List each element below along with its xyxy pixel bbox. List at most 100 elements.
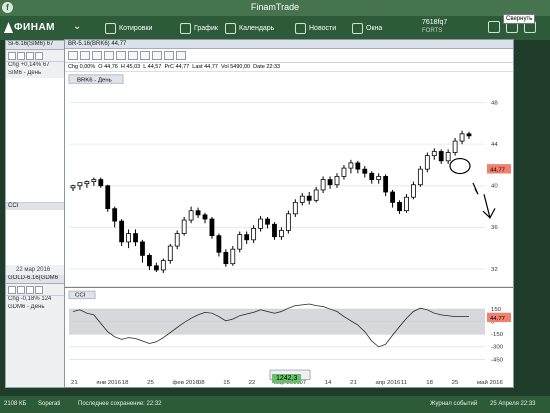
tool-icon[interactable] xyxy=(35,52,43,60)
cci-tick-label: -300 xyxy=(491,345,503,351)
connection-status[interactable]: Soperati xyxy=(38,401,60,407)
candle-body xyxy=(91,179,97,182)
candle-body xyxy=(133,233,138,243)
candle-body xyxy=(258,218,263,229)
candle-body xyxy=(279,230,284,238)
symbol-tab-label: BRK6 - День xyxy=(77,78,112,84)
menu-item-calendar[interactable]: Календарь xyxy=(225,20,274,36)
tool-icon[interactable] xyxy=(26,52,34,60)
candle-body xyxy=(369,172,375,180)
title-bar: f FinamTrade Свернуть xyxy=(0,0,550,24)
current-cci-text: 44,77 xyxy=(490,316,505,322)
chevron-down-icon[interactable]: ⌄ xyxy=(73,21,81,32)
candle-body xyxy=(223,251,229,265)
tool-icon[interactable] xyxy=(17,286,25,294)
x-tick-label: 18 xyxy=(122,380,129,386)
ohlc-info-line: Chg 0,00% O 44,76 H 45,03 L 44,57 PrC 44… xyxy=(65,63,513,72)
candle-body xyxy=(140,241,145,256)
menu-item-news[interactable]: Новости xyxy=(295,20,336,36)
x-tick-label: 21 xyxy=(71,380,78,386)
chg-line: Chg +0,14% 67 xyxy=(8,62,50,68)
price-tick-label: 32 xyxy=(491,267,498,273)
new-chart-icon[interactable] xyxy=(68,51,78,60)
x-tick-label: 15 xyxy=(223,380,230,386)
brand-triangle-icon xyxy=(4,22,13,33)
candle-body xyxy=(466,133,472,137)
candle-body xyxy=(70,185,76,189)
candle-body xyxy=(153,265,159,271)
x-tick-label: 25 xyxy=(452,380,459,386)
candle-body xyxy=(98,179,104,187)
tool-icon[interactable] xyxy=(17,52,25,60)
chart-toolbar xyxy=(65,49,513,63)
status-bar: 2108 КБ Soperati Последнее сохранение: 2… xyxy=(0,374,550,413)
tool-icon[interactable] xyxy=(35,286,43,294)
copy-icon[interactable] xyxy=(80,51,90,60)
template-icon[interactable] xyxy=(116,51,126,60)
candle-body xyxy=(160,260,166,271)
menu-item-chart[interactable]: График xyxy=(180,20,218,36)
candle-body xyxy=(320,179,326,191)
last-save-status: Последнее сохранение: 22:32 xyxy=(78,401,162,407)
chg-line-2: Chg -0,18% 124 xyxy=(8,296,52,302)
x-tick-label: 14 xyxy=(325,380,332,386)
candle-body xyxy=(445,152,451,162)
symbol-label-2: GDM6 - День xyxy=(8,304,45,310)
tool-icon[interactable] xyxy=(26,286,34,294)
status-date: 25 Апреля 22:33 xyxy=(490,401,536,407)
panel-toolbar-2 xyxy=(6,284,64,296)
menu-item-windows[interactable]: Окна xyxy=(352,20,382,36)
candle-body xyxy=(202,214,208,220)
candle-body xyxy=(390,191,395,203)
panel-header[interactable]: Si-6.16(SIM6) 67 xyxy=(6,41,64,50)
menu-item-quotes[interactable]: Котировки xyxy=(105,20,152,36)
x-tick-label: янв 2016 xyxy=(96,380,121,386)
candle-body xyxy=(417,168,423,186)
candle-body xyxy=(126,233,131,243)
candle-body xyxy=(244,234,250,241)
candle-body xyxy=(404,196,409,212)
candle-body xyxy=(209,218,215,237)
x-tick-label: 18 xyxy=(426,380,433,386)
candle-body xyxy=(313,189,319,201)
x-tick-label: 22 xyxy=(249,380,256,386)
mini-value-badge[interactable]: 1242,3 xyxy=(272,374,302,383)
journal-link[interactable]: Журнал событий xyxy=(430,401,477,407)
candle-body xyxy=(327,179,333,186)
x-tick-label: апр 2016 xyxy=(376,380,401,386)
chart-window-header[interactable]: BR-5.16(BRK6) 44,77 xyxy=(65,40,513,49)
edit-icon[interactable] xyxy=(104,51,114,60)
candlestick-chart[interactable]: BRK6 - День CCI 4844403632 1500-150-300-… xyxy=(65,72,513,387)
tool-icon[interactable] xyxy=(8,52,16,60)
candle-body xyxy=(147,255,152,267)
cci-marker: 44,77 xyxy=(487,312,511,322)
zoom-in-icon[interactable] xyxy=(164,51,174,60)
window-title: FinamTrade xyxy=(250,2,300,12)
candle-body xyxy=(452,140,458,153)
period-icon[interactable] xyxy=(140,51,150,60)
candle-body xyxy=(383,176,389,193)
candle-body xyxy=(355,162,361,170)
drawing-icon[interactable] xyxy=(128,51,138,60)
candle-body xyxy=(341,167,347,177)
candle-body xyxy=(265,218,270,225)
price-marker: 44,77 xyxy=(487,164,511,174)
minimize-tooltip: Свернуть xyxy=(503,14,536,24)
tool-icon[interactable] xyxy=(8,286,16,294)
x-tick-label: 08 xyxy=(198,380,205,386)
candle-body xyxy=(188,210,194,221)
price-tick-label: 40 xyxy=(491,184,498,190)
settings-icon[interactable] xyxy=(488,21,500,33)
settings-icon[interactable] xyxy=(92,51,102,60)
candle-body xyxy=(306,195,312,201)
panel-header-2[interactable]: GOLD-6.16(GDM6 xyxy=(6,275,64,284)
brand-name[interactable]: ФИНАМ xyxy=(14,22,55,33)
zoom-out-icon[interactable] xyxy=(176,51,186,60)
account-info[interactable]: 7618fq7 FORTS xyxy=(422,19,447,35)
mini-price-plot xyxy=(6,78,64,203)
indicator-icon[interactable] xyxy=(152,51,162,60)
panel-toolbar xyxy=(6,50,64,62)
candle-body xyxy=(237,234,243,250)
candle-body xyxy=(230,248,236,265)
background-chart-panel: Si-6.16(SIM6) 67 Chg +0,14% 67 SIM6 - Де… xyxy=(5,40,65,388)
